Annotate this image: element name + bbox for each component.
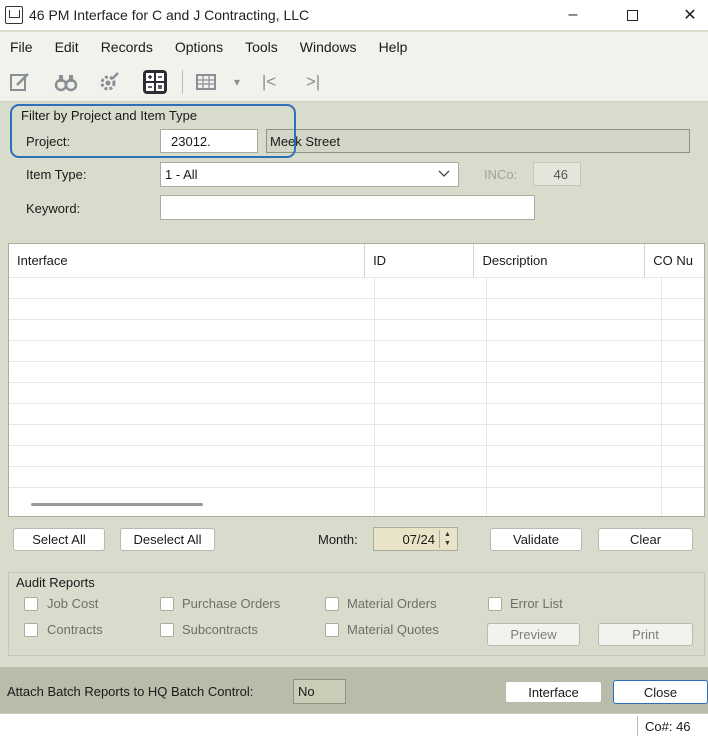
print-button[interactable]: Print	[598, 623, 693, 646]
maximize-icon	[626, 9, 638, 21]
table-row[interactable]	[9, 298, 704, 319]
last-record-icon[interactable]: >|	[300, 69, 326, 95]
horizontal-scrollbar[interactable]	[31, 503, 203, 506]
deselect-all-button[interactable]: Deselect All	[120, 528, 215, 551]
preview-button[interactable]: Preview	[487, 623, 580, 646]
settings-icon[interactable]	[96, 69, 122, 95]
interface-button[interactable]: Interface	[505, 681, 602, 703]
window-title: 46 PM Interface for C and J Contracting,…	[29, 7, 310, 23]
month-label: Month:	[318, 532, 358, 547]
menu-help[interactable]: Help	[369, 39, 420, 55]
grid-view-icon[interactable]	[195, 69, 221, 95]
project-label: Project:	[26, 134, 71, 149]
validate-button[interactable]: Validate	[490, 528, 582, 551]
material-orders-checkbox[interactable]	[325, 597, 339, 611]
binoculars-icon[interactable]	[53, 69, 79, 95]
project-input[interactable]: 23012.	[160, 129, 258, 153]
item-type-select[interactable]: 1 - All	[160, 162, 459, 187]
table-row[interactable]	[9, 382, 704, 403]
error-list-checkbox[interactable]	[488, 597, 502, 611]
audit-reports-label: Audit Reports	[16, 575, 95, 590]
clear-button[interactable]: Clear	[598, 528, 693, 551]
edit-icon[interactable]	[7, 69, 33, 95]
table-row[interactable]	[9, 424, 704, 445]
column-header-interface[interactable]: Interface	[9, 244, 366, 277]
dropdown-arrow-icon[interactable]: ▾	[228, 69, 246, 95]
attach-batch-field[interactable]: No	[293, 679, 346, 704]
purchase-orders-label: Purchase Orders	[182, 596, 281, 611]
chevron-down-icon	[438, 167, 450, 182]
month-spinner[interactable]: ▲ ▼	[439, 530, 455, 548]
subcontracts-checkbox[interactable]	[160, 623, 174, 637]
interface-grid[interactable]: Interface ID Description CO Nu	[8, 243, 705, 517]
item-type-label: Item Type:	[26, 167, 87, 182]
material-quotes-checkbox[interactable]	[325, 623, 339, 637]
select-all-button[interactable]: Select All	[13, 528, 105, 551]
toolbar: ▾ |< >|	[0, 62, 708, 102]
table-row[interactable]	[9, 361, 704, 382]
title-bar: 46 PM Interface for C and J Contracting,…	[0, 0, 708, 30]
maximize-button[interactable]	[609, 0, 655, 30]
column-header-description[interactable]: Description	[474, 244, 646, 277]
minimize-button[interactable]: –	[550, 0, 596, 30]
contracts-label: Contracts	[47, 622, 103, 637]
contracts-checkbox[interactable]	[24, 623, 38, 637]
filter-group-label: Filter by Project and Item Type	[21, 108, 198, 123]
table-row[interactable]	[9, 445, 704, 466]
month-value: 07/24	[402, 531, 435, 547]
spinner-up-icon[interactable]: ▲	[440, 530, 455, 539]
spinner-down-icon[interactable]: ▼	[440, 539, 455, 548]
menu-bar: File Edit Records Options Tools Windows …	[0, 32, 708, 62]
inco-label: INCo:	[484, 167, 518, 182]
column-header-id[interactable]: ID	[365, 244, 475, 277]
close-window-button[interactable]: ✕	[667, 0, 708, 30]
company-status: Co#: 46	[637, 716, 691, 736]
table-row[interactable]	[9, 340, 704, 361]
table-row[interactable]	[9, 466, 704, 487]
toolbar-separator	[182, 70, 183, 94]
error-list-label: Error List	[510, 596, 563, 611]
attach-batch-label: Attach Batch Reports to HQ Batch Control…	[7, 684, 254, 699]
purchase-orders-checkbox[interactable]	[160, 597, 174, 611]
job-cost-label: Job Cost	[47, 596, 99, 611]
column-header-co-number[interactable]: CO Nu	[645, 244, 704, 277]
keyword-label: Keyword:	[26, 201, 81, 216]
menu-records[interactable]: Records	[91, 39, 165, 55]
inco-field: 46	[533, 162, 581, 186]
menu-windows[interactable]: Windows	[290, 39, 369, 55]
item-type-value: 1 - All	[165, 167, 198, 182]
menu-tools[interactable]: Tools	[235, 39, 290, 55]
job-cost-checkbox[interactable]	[24, 597, 38, 611]
menu-options[interactable]: Options	[165, 39, 235, 55]
menu-edit[interactable]: Edit	[45, 39, 91, 55]
month-input[interactable]: 07/24 ▲ ▼	[373, 527, 458, 551]
bottom-bar: Attach Batch Reports to HQ Batch Control…	[0, 667, 708, 713]
menu-file[interactable]: File	[0, 39, 45, 55]
table-row[interactable]	[9, 403, 704, 424]
first-record-icon[interactable]: |<	[256, 69, 282, 95]
table-row[interactable]	[9, 319, 704, 340]
grid-header: Interface ID Description CO Nu	[9, 244, 704, 277]
status-bar: Co#: 46	[0, 713, 708, 736]
table-row[interactable]	[9, 277, 704, 298]
calculator-icon[interactable]	[142, 69, 168, 95]
subcontracts-label: Subcontracts	[182, 622, 258, 637]
app-icon	[5, 6, 23, 24]
material-orders-label: Material Orders	[347, 596, 437, 611]
project-name-field: Meek Street	[266, 129, 690, 153]
material-quotes-label: Material Quotes	[347, 622, 439, 637]
keyword-input[interactable]	[160, 195, 535, 220]
close-button[interactable]: Close	[613, 680, 708, 704]
